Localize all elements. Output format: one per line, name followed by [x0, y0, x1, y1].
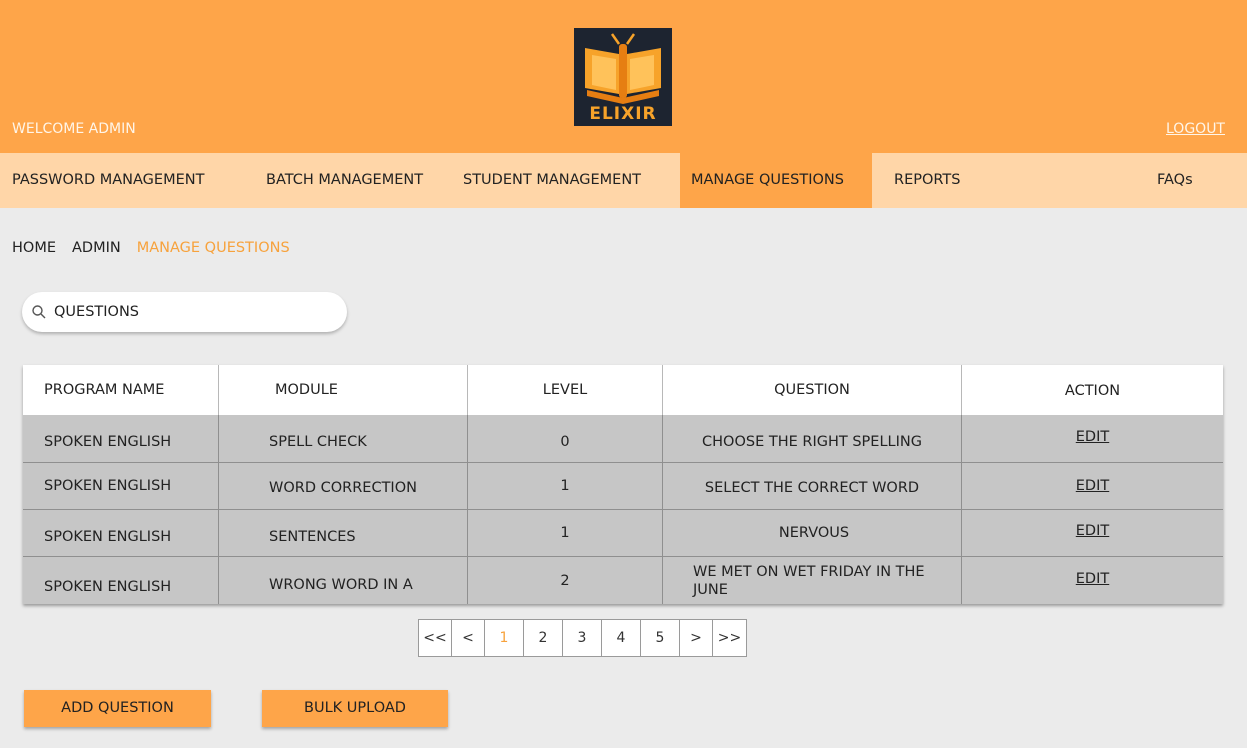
- cell-module: WRONG WORD IN A: [219, 557, 468, 604]
- cell-action: EDIT: [962, 557, 1223, 604]
- page-button-2[interactable]: 2: [524, 620, 563, 656]
- page-button-4[interactable]: 4: [602, 620, 641, 656]
- cell-module: SPELL CHECK: [219, 415, 468, 462]
- cell-program-name: SPOKEN ENGLISH: [23, 557, 219, 604]
- questions-table: PROGRAM NAME MODULE LEVEL QUESTION ACTIO…: [23, 365, 1223, 604]
- search-icon: [32, 305, 46, 319]
- cell-question: WE MET ON WET FRIDAY IN THE JUNE: [663, 557, 962, 604]
- nav-item-manage-questions[interactable]: MANAGE QUESTIONS: [680, 153, 872, 208]
- app-header: WELCOME ADMIN ELIXIR LOGOUT: [0, 0, 1247, 153]
- edit-link[interactable]: EDIT: [1076, 478, 1109, 494]
- cell-action: EDIT: [962, 510, 1223, 556]
- search-box[interactable]: [22, 292, 347, 332]
- header-program-name: PROGRAM NAME: [23, 365, 219, 415]
- edit-link[interactable]: EDIT: [1076, 429, 1109, 445]
- table-header: PROGRAM NAME MODULE LEVEL QUESTION ACTIO…: [23, 365, 1223, 415]
- header-question: QUESTION: [663, 365, 962, 415]
- cell-level: 1: [468, 510, 663, 556]
- nav-item-password-management[interactable]: PASSWORD MANAGEMENT: [12, 153, 204, 208]
- header-action: ACTION: [1064, 383, 1121, 399]
- first-page-button[interactable]: <<: [419, 620, 452, 656]
- table-row: SPOKEN ENGLISH WRONG WORD IN A 2 WE MET …: [23, 557, 1223, 604]
- add-question-button[interactable]: ADD QUESTION: [24, 690, 211, 727]
- logo-text: ELIXIR: [589, 104, 657, 124]
- breadcrumb-home[interactable]: HOME: [12, 240, 56, 256]
- header-module: MODULE: [219, 365, 468, 415]
- nav-item-student-management[interactable]: STUDENT MANAGEMENT: [463, 153, 641, 208]
- page-button-3[interactable]: 3: [563, 620, 602, 656]
- breadcrumb: HOME ADMIN MANAGE QUESTIONS: [12, 240, 306, 256]
- elixir-logo[interactable]: ELIXIR: [574, 28, 672, 126]
- breadcrumb-admin[interactable]: ADMIN: [72, 240, 121, 256]
- nav-item-batch-management[interactable]: BATCH MANAGEMENT: [266, 153, 423, 208]
- breadcrumb-current: MANAGE QUESTIONS: [136, 240, 290, 256]
- cell-level: 2: [468, 557, 663, 604]
- prev-page-button[interactable]: <: [452, 620, 485, 656]
- cell-module: SENTENCES: [219, 510, 468, 556]
- cell-module: WORD CORRECTION: [219, 463, 468, 509]
- table-row: SPOKEN ENGLISH SPELL CHECK 0 CHOOSE THE …: [23, 415, 1223, 463]
- cell-action: EDIT: [962, 463, 1223, 509]
- table-row: SPOKEN ENGLISH WORD CORRECTION 1 SELECT …: [23, 463, 1223, 510]
- cell-program-name: SPOKEN ENGLISH: [23, 510, 219, 556]
- cell-program-name: SPOKEN ENGLISH: [23, 415, 219, 462]
- nav-item-faqs[interactable]: FAQs: [1157, 153, 1193, 208]
- nav-item-reports[interactable]: REPORTS: [894, 153, 960, 208]
- main-nav: PASSWORD MANAGEMENT BATCH MANAGEMENT STU…: [0, 153, 1247, 208]
- cell-action: EDIT: [962, 415, 1223, 462]
- header-level: LEVEL: [468, 365, 663, 415]
- logout-link[interactable]: LOGOUT: [1166, 121, 1225, 137]
- cell-question: NERVOUS: [663, 510, 962, 556]
- next-page-button[interactable]: >: [680, 620, 713, 656]
- welcome-text: WELCOME ADMIN: [12, 121, 136, 137]
- last-page-button[interactable]: >>: [713, 620, 746, 656]
- edit-link[interactable]: EDIT: [1076, 523, 1109, 539]
- cell-question: SELECT THE CORRECT WORD: [663, 463, 962, 509]
- cell-program-name: SPOKEN ENGLISH: [23, 463, 219, 509]
- cell-question: CHOOSE THE RIGHT SPELLING: [663, 415, 962, 462]
- search-input[interactable]: [54, 300, 334, 324]
- pagination: << < 1 2 3 4 5 > >>: [418, 619, 747, 657]
- page-button-5[interactable]: 5: [641, 620, 680, 656]
- cell-level: 1: [468, 463, 663, 509]
- bulk-upload-button[interactable]: BULK UPLOAD: [262, 690, 448, 727]
- table-row: SPOKEN ENGLISH SENTENCES 1 NERVOUS EDIT: [23, 510, 1223, 557]
- page-button-1[interactable]: 1: [485, 620, 524, 656]
- edit-link[interactable]: EDIT: [1076, 571, 1109, 587]
- cell-level: 0: [468, 415, 663, 462]
